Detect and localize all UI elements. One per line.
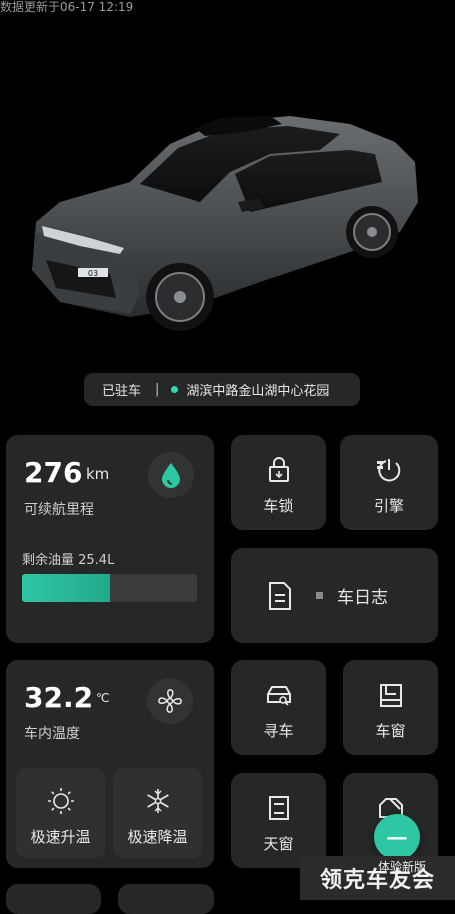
bottom-card-left[interactable]	[6, 884, 101, 914]
range-unit: km	[86, 465, 110, 483]
lock-icon	[268, 457, 289, 482]
car-badge: 03	[88, 269, 98, 278]
find-car-icon	[266, 686, 291, 706]
quick-heat-label: 极速升温	[30, 828, 91, 846]
new-version-fab[interactable]: 一	[374, 814, 420, 860]
log-dot	[316, 592, 323, 599]
quick-cool-label: 极速降温	[127, 828, 188, 846]
fuel-progress-bar	[22, 574, 197, 602]
car-log-icon	[269, 581, 291, 610]
fuel-remaining-label: 剩余油量 25.4L	[22, 553, 115, 568]
sunroof-tile[interactable]: 天窗	[231, 773, 326, 868]
temperature-unit: ℃	[96, 691, 110, 705]
sun-icon	[47, 788, 74, 814]
location-pill[interactable]: 已驻车 | 湖滨中路金山湖中心花园	[84, 373, 360, 406]
range-value: 276	[24, 456, 83, 489]
window-tile[interactable]: 车窗	[343, 660, 438, 755]
car-window-icon	[379, 684, 402, 707]
quick-cool-button[interactable]: 极速降温	[113, 768, 202, 858]
car-log-tile[interactable]: 车日志	[231, 548, 438, 643]
range-label: 可续航里程	[24, 502, 94, 518]
temperature-label: 车内温度	[24, 726, 80, 742]
separator: |	[155, 382, 160, 397]
sunroof-label: 天窗	[263, 835, 294, 853]
quick-heat-button[interactable]: 极速升温	[16, 768, 105, 858]
car-log-label: 车日志	[337, 588, 388, 608]
temperature-value: 32.2	[24, 681, 94, 714]
engine-tile[interactable]: 引擎	[340, 435, 438, 530]
find-car-tile[interactable]: 寻车	[231, 660, 326, 755]
try-new-version-label[interactable]: 体验新版	[378, 858, 426, 875]
lock-tile[interactable]: 车锁	[231, 435, 326, 530]
fab-symbol: 一	[387, 826, 407, 851]
window-label: 车窗	[375, 722, 406, 740]
fuel-button[interactable]	[148, 452, 194, 498]
sunroof-icon	[268, 796, 289, 820]
data-update-time: 数据更新于06-17 12:19	[0, 0, 134, 14]
bottom-card-middle[interactable]	[118, 884, 214, 914]
location-dot-icon	[171, 386, 179, 393]
fan-button[interactable]	[147, 678, 193, 724]
engine-power-icon	[377, 459, 401, 482]
engine-label: 引擎	[373, 497, 404, 515]
car-image: 03	[20, 92, 430, 342]
fuel-drop-icon	[162, 463, 180, 488]
location-address: 湖滨中路金山湖中心花园	[186, 384, 330, 399]
fan-icon	[158, 689, 182, 713]
snowflake-icon	[146, 789, 169, 813]
find-car-label: 寻车	[263, 722, 294, 740]
lock-label: 车锁	[263, 497, 294, 515]
parked-status: 已驻车	[102, 384, 142, 399]
fuel-progress-fill	[22, 574, 110, 602]
